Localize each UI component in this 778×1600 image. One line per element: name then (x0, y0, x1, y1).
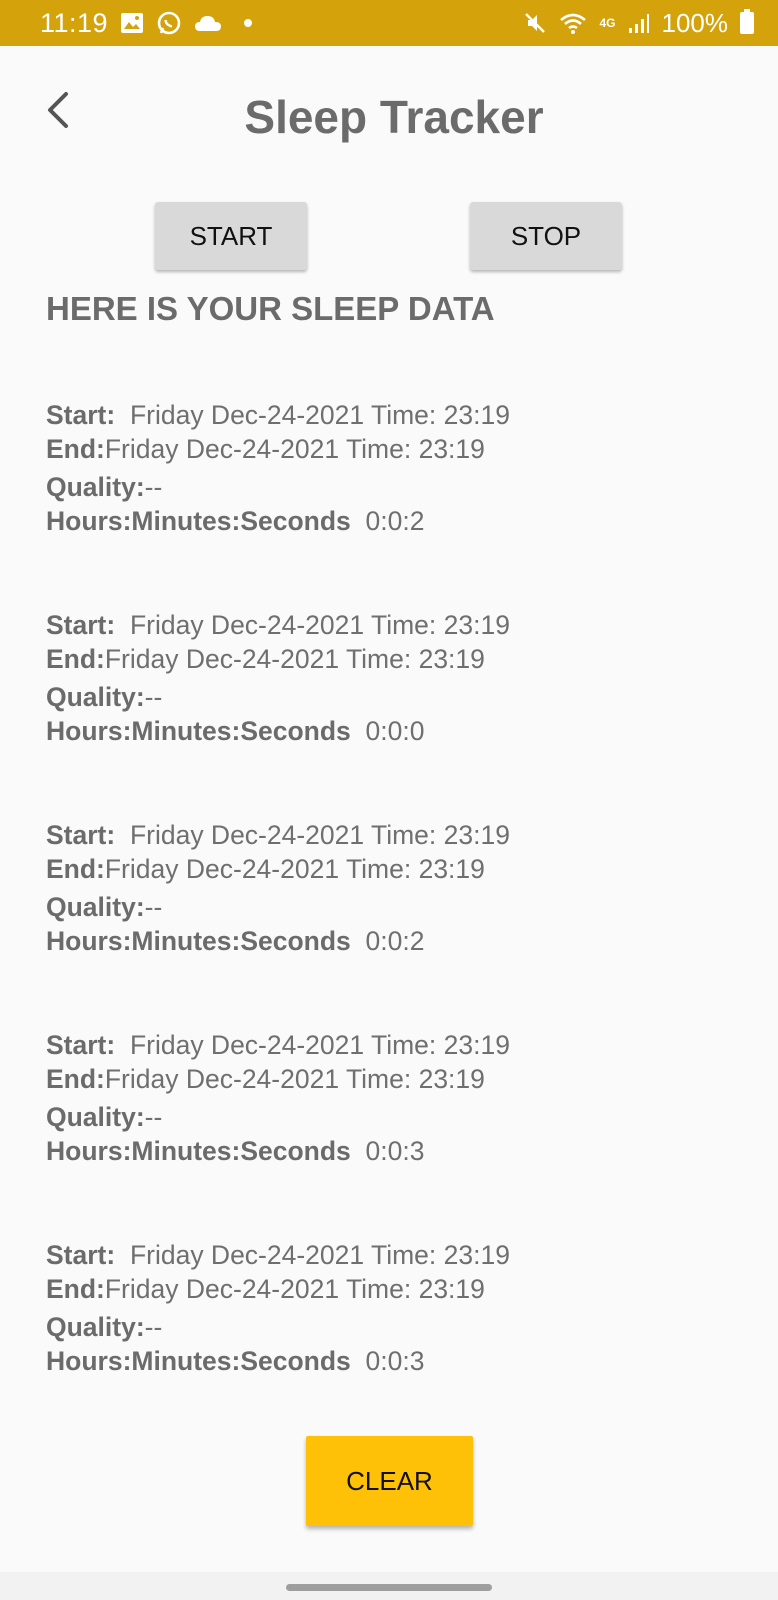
quality-label: Quality: (46, 1312, 145, 1342)
start-value: Friday Dec-24-2021 Time: 23:19 (129, 400, 510, 430)
quality-value: -- (144, 1312, 163, 1342)
quality-value: -- (144, 1102, 163, 1132)
start-label: Start: (46, 1240, 116, 1270)
end-line: End:Friday Dec-24-2021 Time: 23:19 (46, 1062, 746, 1096)
start-line: Start: Friday Dec-24-2021 Time: 23:19 (46, 608, 746, 642)
list-item: Start: Friday Dec-24-2021 Time: 23:19 End… (46, 818, 746, 1028)
list-item: Start: Friday Dec-24-2021 Time: 23:19 End… (46, 1238, 746, 1448)
start-value: Friday Dec-24-2021 Time: 23:19 (129, 1030, 510, 1060)
battery-icon (740, 9, 754, 34)
whatsapp-icon (157, 11, 181, 35)
end-value: Friday Dec-24-2021 Time: 23:19 (104, 1274, 485, 1304)
image-icon (121, 13, 144, 33)
quality-label: Quality: (46, 682, 145, 712)
quality-value: -- (144, 892, 163, 922)
end-label: End: (46, 434, 105, 464)
end-label: End: (46, 854, 105, 884)
duration-label: Hours:Minutes:Seconds (46, 926, 351, 956)
control-buttons: START STOP (0, 202, 778, 272)
duration-line: Hours:Minutes:Seconds 0:0:2 (46, 924, 746, 958)
quality-value: -- (144, 472, 163, 502)
status-bar-left: 11:19 (40, 7, 253, 39)
mute-icon (525, 13, 546, 33)
duration-value: 0:0:3 (365, 1346, 425, 1376)
end-label: End: (46, 1064, 105, 1094)
clear-button[interactable]: CLEAR (306, 1436, 473, 1526)
stop-button[interactable]: STOP (470, 202, 622, 270)
quality-line: Quality:-- (46, 1100, 746, 1134)
start-value: Friday Dec-24-2021 Time: 23:19 (129, 1240, 510, 1270)
start-line: Start: Friday Dec-24-2021 Time: 23:19 (46, 1238, 746, 1272)
start-value: Friday Dec-24-2021 Time: 23:19 (129, 820, 510, 850)
quality-label: Quality: (46, 892, 145, 922)
end-line: End:Friday Dec-24-2021 Time: 23:19 (46, 432, 746, 466)
end-value: Friday Dec-24-2021 Time: 23:19 (104, 434, 485, 464)
app-bar: Sleep Tracker (0, 46, 778, 186)
duration-line: Hours:Minutes:Seconds 0:0:3 (46, 1344, 746, 1378)
quality-line: Quality:-- (46, 470, 746, 504)
end-value: Friday Dec-24-2021 Time: 23:19 (104, 854, 485, 884)
duration-label: Hours:Minutes:Seconds (46, 506, 351, 536)
wifi-icon (560, 13, 587, 34)
start-button[interactable]: START (155, 202, 307, 270)
status-bar: 11:19 4G 100% (0, 0, 778, 46)
list-item: Start: Friday Dec-24-2021 Time: 23:19 End… (46, 608, 746, 818)
list-item: Start: Friday Dec-24-2021 Time: 23:19 End… (46, 398, 746, 608)
end-line: End:Friday Dec-24-2021 Time: 23:19 (46, 1272, 746, 1306)
section-heading: HERE IS YOUR SLEEP DATA (46, 290, 495, 327)
quality-line: Quality:-- (46, 1310, 746, 1344)
notification-dot-icon (244, 19, 253, 27)
battery-percent: 100% (661, 7, 729, 38)
navigation-bar (0, 1572, 778, 1600)
signal-icon (628, 14, 649, 33)
end-line: End:Friday Dec-24-2021 Time: 23:19 (46, 852, 746, 886)
start-label: Start: (46, 820, 116, 850)
status-bar-right: 4G 100% (523, 8, 754, 39)
duration-line: Hours:Minutes:Seconds 0:0:2 (46, 504, 746, 538)
cloud-icon (195, 16, 222, 31)
duration-label: Hours:Minutes:Seconds (46, 716, 351, 746)
quality-value: -- (144, 682, 163, 712)
status-time: 11:19 (40, 7, 109, 38)
duration-label: Hours:Minutes:Seconds (46, 1346, 351, 1376)
start-line: Start: Friday Dec-24-2021 Time: 23:19 (46, 818, 746, 852)
start-label: Start: (46, 1030, 116, 1060)
start-line: Start: Friday Dec-24-2021 Time: 23:19 (46, 398, 746, 432)
list-item: Start: Friday Dec-24-2021 Time: 23:19 End… (46, 1028, 746, 1238)
home-handle[interactable] (286, 1584, 492, 1591)
end-value: Friday Dec-24-2021 Time: 23:19 (104, 1064, 485, 1094)
start-label: Start: (46, 610, 116, 640)
duration-line: Hours:Minutes:Seconds 0:0:0 (46, 714, 746, 748)
start-label: Start: (46, 400, 116, 430)
start-line: Start: Friday Dec-24-2021 Time: 23:19 (46, 1028, 746, 1062)
quality-label: Quality: (46, 472, 145, 502)
page-title: Sleep Tracker (244, 91, 544, 143)
duration-value: 0:0:0 (365, 716, 425, 746)
duration-value: 0:0:2 (365, 506, 425, 536)
end-line: End:Friday Dec-24-2021 Time: 23:19 (46, 642, 746, 676)
network-type: 4G (599, 16, 616, 30)
end-label: End: (46, 1274, 105, 1304)
quality-label: Quality: (46, 1102, 145, 1132)
end-value: Friday Dec-24-2021 Time: 23:19 (104, 644, 485, 674)
quality-line: Quality:-- (46, 680, 746, 714)
duration-label: Hours:Minutes:Seconds (46, 1136, 351, 1166)
start-value: Friday Dec-24-2021 Time: 23:19 (129, 610, 510, 640)
sleep-data-list: Start: Friday Dec-24-2021 Time: 23:19 End… (46, 398, 746, 1448)
duration-value: 0:0:2 (365, 926, 425, 956)
duration-value: 0:0:3 (365, 1136, 425, 1166)
duration-line: Hours:Minutes:Seconds 0:0:3 (46, 1134, 746, 1168)
end-label: End: (46, 644, 105, 674)
quality-line: Quality:-- (46, 890, 746, 924)
